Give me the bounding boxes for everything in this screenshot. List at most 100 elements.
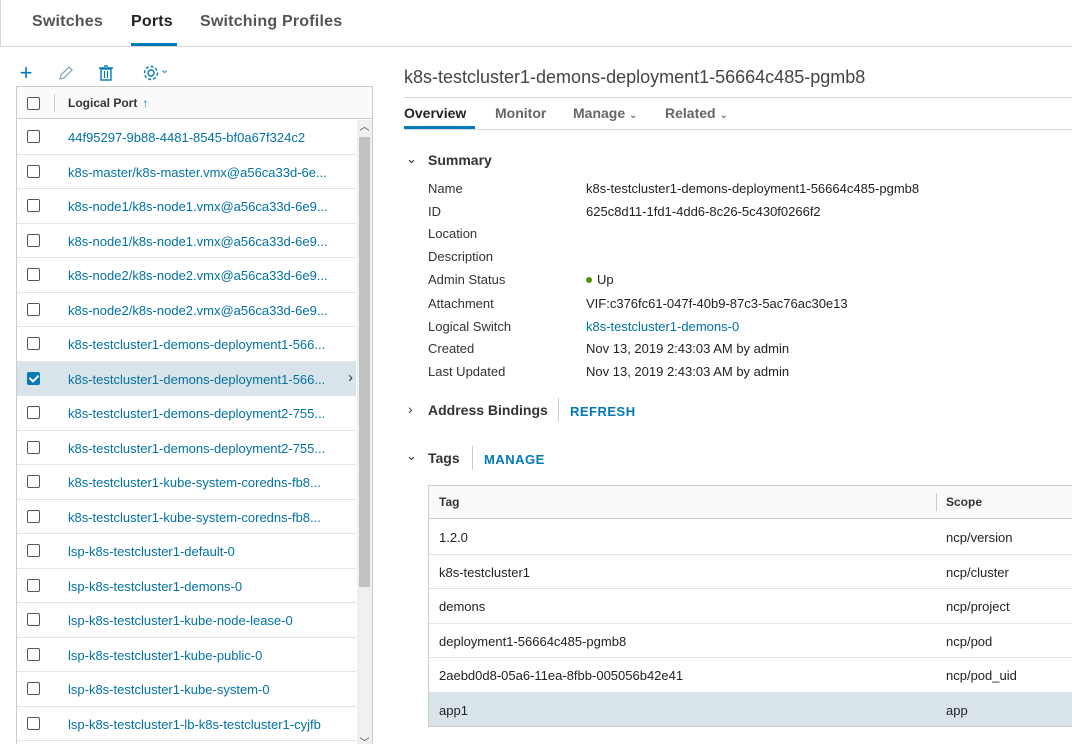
manage-tags-button[interactable]: MANAGE xyxy=(484,452,545,467)
list-item[interactable]: k8s-node2/k8s-node2.vmx@a56ca33d-6e9... xyxy=(17,258,356,293)
list-item[interactable]: k8s-testcluster1-demons-deployment1-566.… xyxy=(17,327,356,362)
table-row[interactable]: k8s-testcluster1 ncp/cluster xyxy=(429,555,1072,589)
id-label: ID xyxy=(428,204,441,219)
tag-cell: deployment1-56664c485-pgmb8 xyxy=(439,633,627,649)
logical-port-link[interactable]: k8s-testcluster1-demons-deployment2-755.… xyxy=(68,441,343,456)
logical-port-link[interactable]: k8s-testcluster1-kube-system-coredns-fb8… xyxy=(68,510,343,525)
chevron-right-icon[interactable]: › xyxy=(348,369,353,386)
list-item[interactable]: k8s-testcluster1-demons-deployment2-755.… xyxy=(17,396,356,431)
logical-port-link[interactable]: k8s-node2/k8s-node2.vmx@a56ca33d-6e9... xyxy=(68,268,343,283)
logical-port-link[interactable]: k8s-master/k8s-master.vmx@a56ca33d-6e... xyxy=(68,165,343,180)
tab-monitor[interactable]: Monitor xyxy=(495,105,546,121)
logical-port-link[interactable]: lsp-k8s-testcluster1-kube-public-0 xyxy=(68,648,343,663)
tab-manage[interactable]: Manage ⌄ xyxy=(573,105,637,121)
row-checkbox[interactable] xyxy=(27,509,40,523)
chevron-right-icon[interactable]: › xyxy=(408,401,413,417)
row-checkbox[interactable] xyxy=(27,130,40,143)
row-checkbox[interactable] xyxy=(27,647,40,661)
row-checkbox[interactable] xyxy=(27,440,40,454)
logical-port-link[interactable]: k8s-testcluster1-kube-system-coredns-fb8… xyxy=(68,475,343,490)
tab-switching-profiles[interactable]: Switching Profiles xyxy=(200,13,342,31)
table-row[interactable]: demons ncp/project xyxy=(429,589,1072,624)
logical-port-link[interactable]: lsp-k8s-testcluster1-default-0 xyxy=(68,544,343,559)
chevron-down-icon[interactable]: ⌄ xyxy=(406,448,417,464)
row-checkbox[interactable] xyxy=(27,268,40,281)
select-all-checkbox[interactable] xyxy=(27,97,40,110)
table-row[interactable]: app1 app xyxy=(429,692,1072,726)
list-item[interactable]: k8s-testcluster1-demons-deployment2-755.… xyxy=(17,430,356,465)
refresh-button[interactable]: REFRESH xyxy=(570,404,636,419)
last-updated-value: Nov 13, 2019 2:43:03 AM by admin xyxy=(586,364,790,379)
add-icon[interactable]: + xyxy=(16,62,36,84)
tags-table: Tag Scope 1.2.0 ncp/version k8s-testcluste… xyxy=(428,485,1072,727)
logical-switch-link[interactable]: k8s-testcluster1-demons-0 xyxy=(586,319,739,334)
created-label: Created xyxy=(428,341,475,356)
delete-icon[interactable] xyxy=(96,62,116,84)
summary-section-title[interactable]: Summary xyxy=(428,152,492,168)
logical-port-link[interactable]: k8s-node1/k8s-node1.vmx@a56ca33d-6e9... xyxy=(68,199,343,214)
list-item[interactable]: k8s-node2/k8s-node2.vmx@a56ca33d-6e9... xyxy=(17,292,356,327)
scroll-down-icon[interactable]: ﹀ xyxy=(357,736,372,744)
column-header-logical-port[interactable]: Logical Port ↑ xyxy=(68,96,148,110)
logical-port-link[interactable]: lsp-k8s-testcluster1-demons-0 xyxy=(68,579,343,594)
list-item[interactable]: k8s-node1/k8s-node1.vmx@a56ca33d-6e9... xyxy=(17,189,356,224)
row-checkbox[interactable] xyxy=(27,682,40,695)
tag-cell: demons xyxy=(439,599,486,614)
list-item[interactable]: k8s-testcluster1-demons-deployment1-566.… xyxy=(17,361,356,396)
row-checkbox[interactable] xyxy=(27,302,40,316)
tab-overview[interactable]: Overview xyxy=(404,105,466,121)
address-bindings-section-title[interactable]: Address Bindings xyxy=(428,402,548,418)
logical-port-link[interactable]: 44f95297-9b88-4481-8545-bf0a67f324c2 xyxy=(68,130,343,145)
edit-icon[interactable] xyxy=(56,62,76,84)
row-checkbox[interactable] xyxy=(27,578,40,592)
scope-cell: ncp/project xyxy=(946,599,1010,614)
logical-port-link[interactable]: k8s-node1/k8s-node1.vmx@a56ca33d-6e9... xyxy=(68,234,343,249)
list-item[interactable]: lsp-k8s-testcluster1-kube-node-lease-0 xyxy=(17,603,356,638)
scroll-thumb[interactable] xyxy=(359,137,370,587)
table-row[interactable]: 1.2.0 ncp/version xyxy=(429,520,1072,555)
tab-related[interactable]: Related ⌄ xyxy=(665,105,728,121)
table-row[interactable]: 2aebd0d8-05a6-11ea-8fbb-005056b42e41 ncp/… xyxy=(429,658,1072,693)
logical-port-link[interactable]: k8s-node2/k8s-node2.vmx@a56ca33d-6e9... xyxy=(68,303,343,318)
logical-port-link[interactable]: lsp-k8s-testcluster1-lb-k8s-testcluster1… xyxy=(68,717,343,732)
row-checkbox[interactable] xyxy=(27,475,40,488)
list-item[interactable]: k8s-testcluster1-kube-system-coredns-fb8… xyxy=(17,465,356,500)
admin-status-label: Admin Status xyxy=(428,272,506,287)
list-item[interactable]: k8s-master/k8s-master.vmx@a56ca33d-6e... xyxy=(17,154,356,189)
scroll-up-icon[interactable]: ︿ xyxy=(357,120,372,135)
row-checkbox[interactable] xyxy=(27,164,40,178)
logical-port-link[interactable]: k8s-testcluster1-demons-deployment1-566.… xyxy=(68,372,343,387)
list-item[interactable]: lsp-k8s-testcluster1-demons-0 xyxy=(17,568,356,603)
list-item[interactable]: 44f95297-9b88-4481-8545-bf0a67f324c2 xyxy=(17,120,356,155)
row-checkbox[interactable] xyxy=(27,544,40,557)
tab-ports[interactable]: Ports xyxy=(131,13,173,31)
list-item[interactable]: k8s-node1/k8s-node1.vmx@a56ca33d-6e9... xyxy=(17,223,356,258)
list-item[interactable]: lsp-k8s-testcluster1-default-0 xyxy=(17,534,356,569)
row-checkbox[interactable] xyxy=(27,233,40,247)
row-checkbox[interactable] xyxy=(27,371,40,385)
table-row[interactable]: deployment1-56664c485-pgmb8 ncp/pod xyxy=(429,624,1072,658)
list-item[interactable]: lsp-k8s-testcluster1-kube-system-0 xyxy=(17,672,356,707)
column-header-scope[interactable]: Scope xyxy=(946,495,982,509)
logical-port-link[interactable]: k8s-testcluster1-demons-deployment2-755.… xyxy=(68,406,343,421)
row-checkbox[interactable] xyxy=(27,406,40,419)
row-checkbox[interactable] xyxy=(27,613,40,626)
tab-switches[interactable]: Switches xyxy=(32,13,103,31)
row-checkbox[interactable] xyxy=(27,199,40,212)
logical-port-link[interactable]: lsp-k8s-testcluster1-kube-system-0 xyxy=(68,682,343,697)
row-checkbox[interactable] xyxy=(27,716,40,730)
gear-icon[interactable]: ⌄ xyxy=(136,62,169,84)
list-item[interactable]: lsp-k8s-testcluster1-lb-k8s-testcluster1… xyxy=(17,706,356,741)
logical-port-link[interactable]: lsp-k8s-testcluster1-kube-node-lease-0 xyxy=(68,613,343,628)
page-title: k8s-testcluster1-demons-deployment1-5666… xyxy=(404,67,866,87)
logical-switch-label: Logical Switch xyxy=(428,319,512,334)
logical-port-link[interactable]: k8s-testcluster1-demons-deployment1-566.… xyxy=(68,337,343,352)
list-scrollbar[interactable]: ︿ ﹀ xyxy=(357,120,372,744)
tag-cell: app1 xyxy=(439,702,468,718)
chevron-down-icon[interactable]: ⌄ xyxy=(406,151,417,167)
column-header-tag[interactable]: Tag xyxy=(439,495,459,509)
row-checkbox[interactable] xyxy=(27,337,40,350)
list-item[interactable]: lsp-k8s-testcluster1-kube-public-0 xyxy=(17,637,356,672)
list-item[interactable]: k8s-testcluster1-kube-system-coredns-fb8… xyxy=(17,499,356,534)
tags-section-title[interactable]: Tags xyxy=(428,450,460,466)
